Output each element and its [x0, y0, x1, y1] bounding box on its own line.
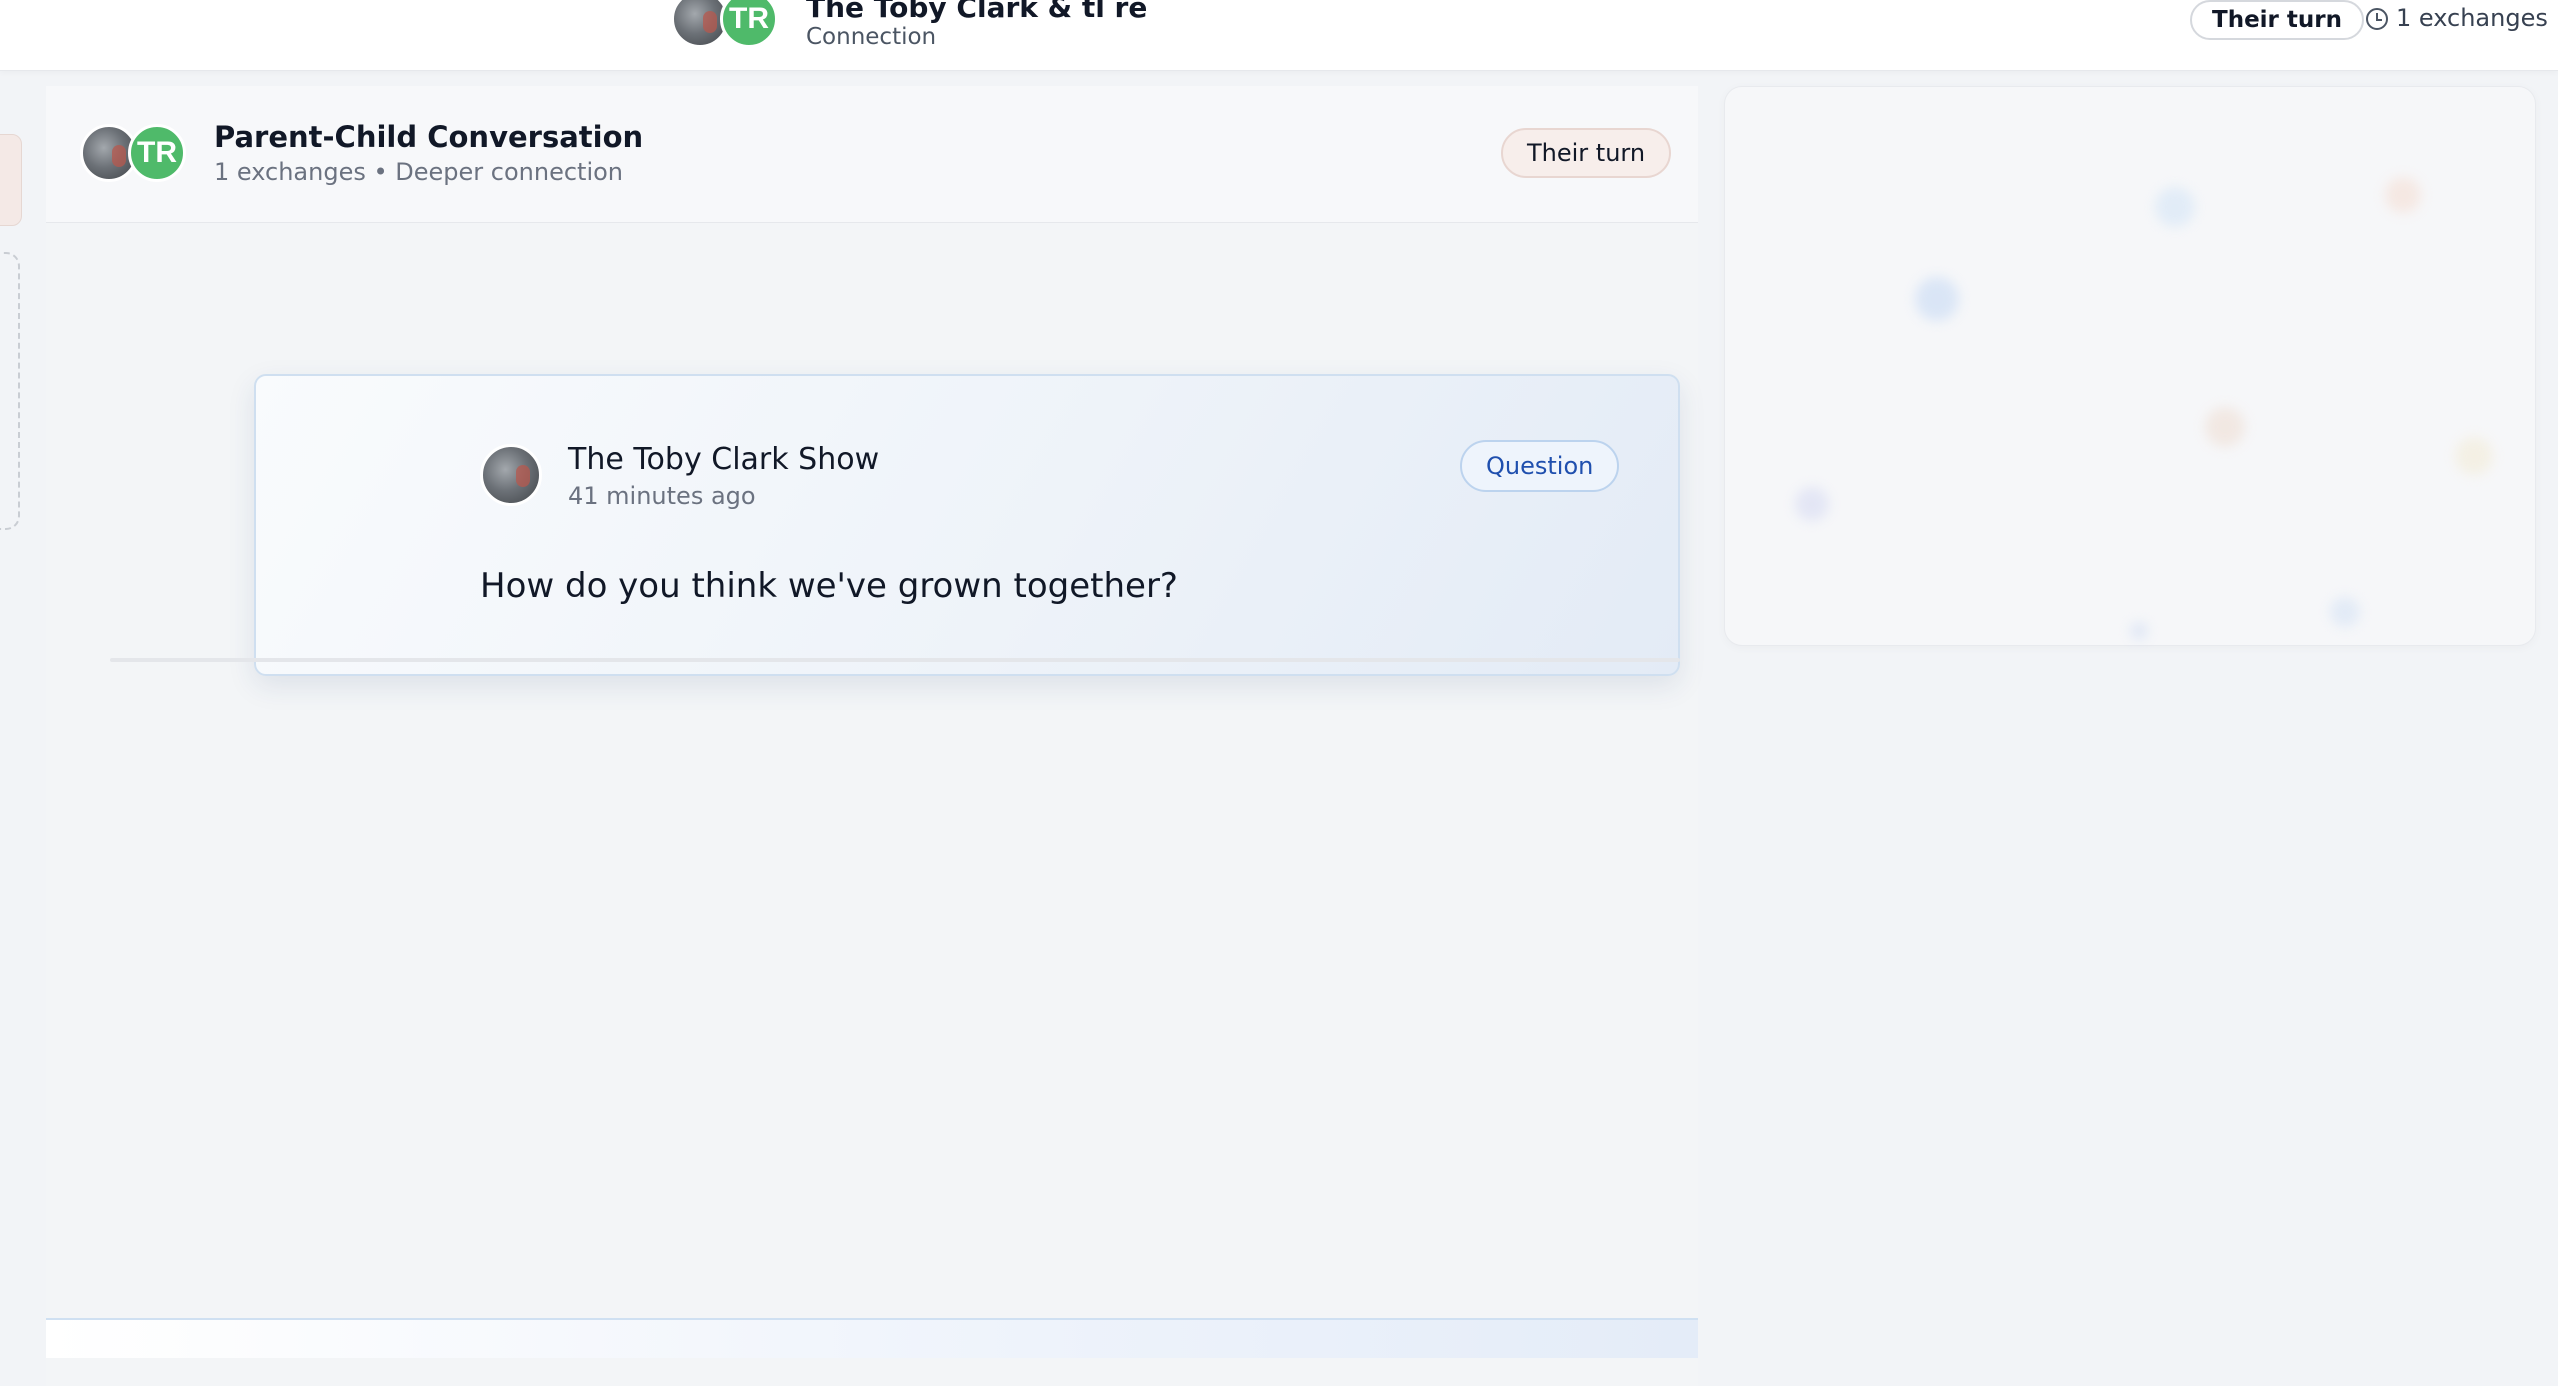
turn-status-badge: Their turn: [2190, 0, 2364, 40]
partner-avatar: TR: [720, 0, 778, 48]
clock-icon: [2366, 8, 2388, 30]
partner-avatar: TR: [128, 124, 186, 182]
partner-avatar-initials: TR: [137, 136, 177, 169]
partner-avatar-initials: TR: [729, 2, 769, 35]
blurred-decoration: [1795, 487, 1829, 521]
blurred-decoration: [2130, 622, 2148, 640]
blurred-decoration: [2205, 407, 2245, 447]
top-bar: TR The Toby Clark & tl re Connection The…: [0, 0, 2558, 71]
question-type-badge: Question: [1460, 440, 1620, 492]
blurred-decoration: [2330, 597, 2360, 627]
conversation-meta: 1 exchanges • Deeper connection: [214, 158, 624, 186]
blurred-decoration: [1915, 277, 1959, 321]
conversation-header: TR Parent-Child Conversation 1 exchanges…: [46, 86, 1698, 223]
blurred-decoration: [2155, 187, 2195, 227]
question-timestamp: 41 minutes ago: [568, 482, 756, 510]
question-text: How do you think we've grown together?: [480, 566, 1178, 606]
turn-status-badge: Their turn: [1501, 128, 1672, 178]
collapsed-sidebar-dropzone[interactable]: [0, 252, 20, 530]
blurred-decoration: [2455, 437, 2493, 475]
conversation-title: Parent-Child Conversation: [214, 120, 644, 154]
author-avatar: [480, 444, 542, 506]
blurred-decoration: [2385, 177, 2421, 213]
side-panel: [1724, 86, 2536, 646]
reply-composer[interactable]: [46, 1318, 1698, 1358]
conversation-header-title: The Toby Clark & tl re: [806, 0, 1148, 24]
conversation-header-subtitle: Connection: [806, 24, 937, 50]
question-author: The Toby Clark Show: [568, 442, 880, 477]
question-card[interactable]: The Toby Clark Show 41 minutes ago Quest…: [254, 374, 1680, 676]
exchange-count: 1 exchanges: [2396, 4, 2548, 32]
collapsed-sidebar-card[interactable]: [0, 134, 22, 226]
conversation-panel: TR Parent-Child Conversation 1 exchanges…: [46, 86, 1698, 1386]
section-divider: [110, 658, 1680, 662]
